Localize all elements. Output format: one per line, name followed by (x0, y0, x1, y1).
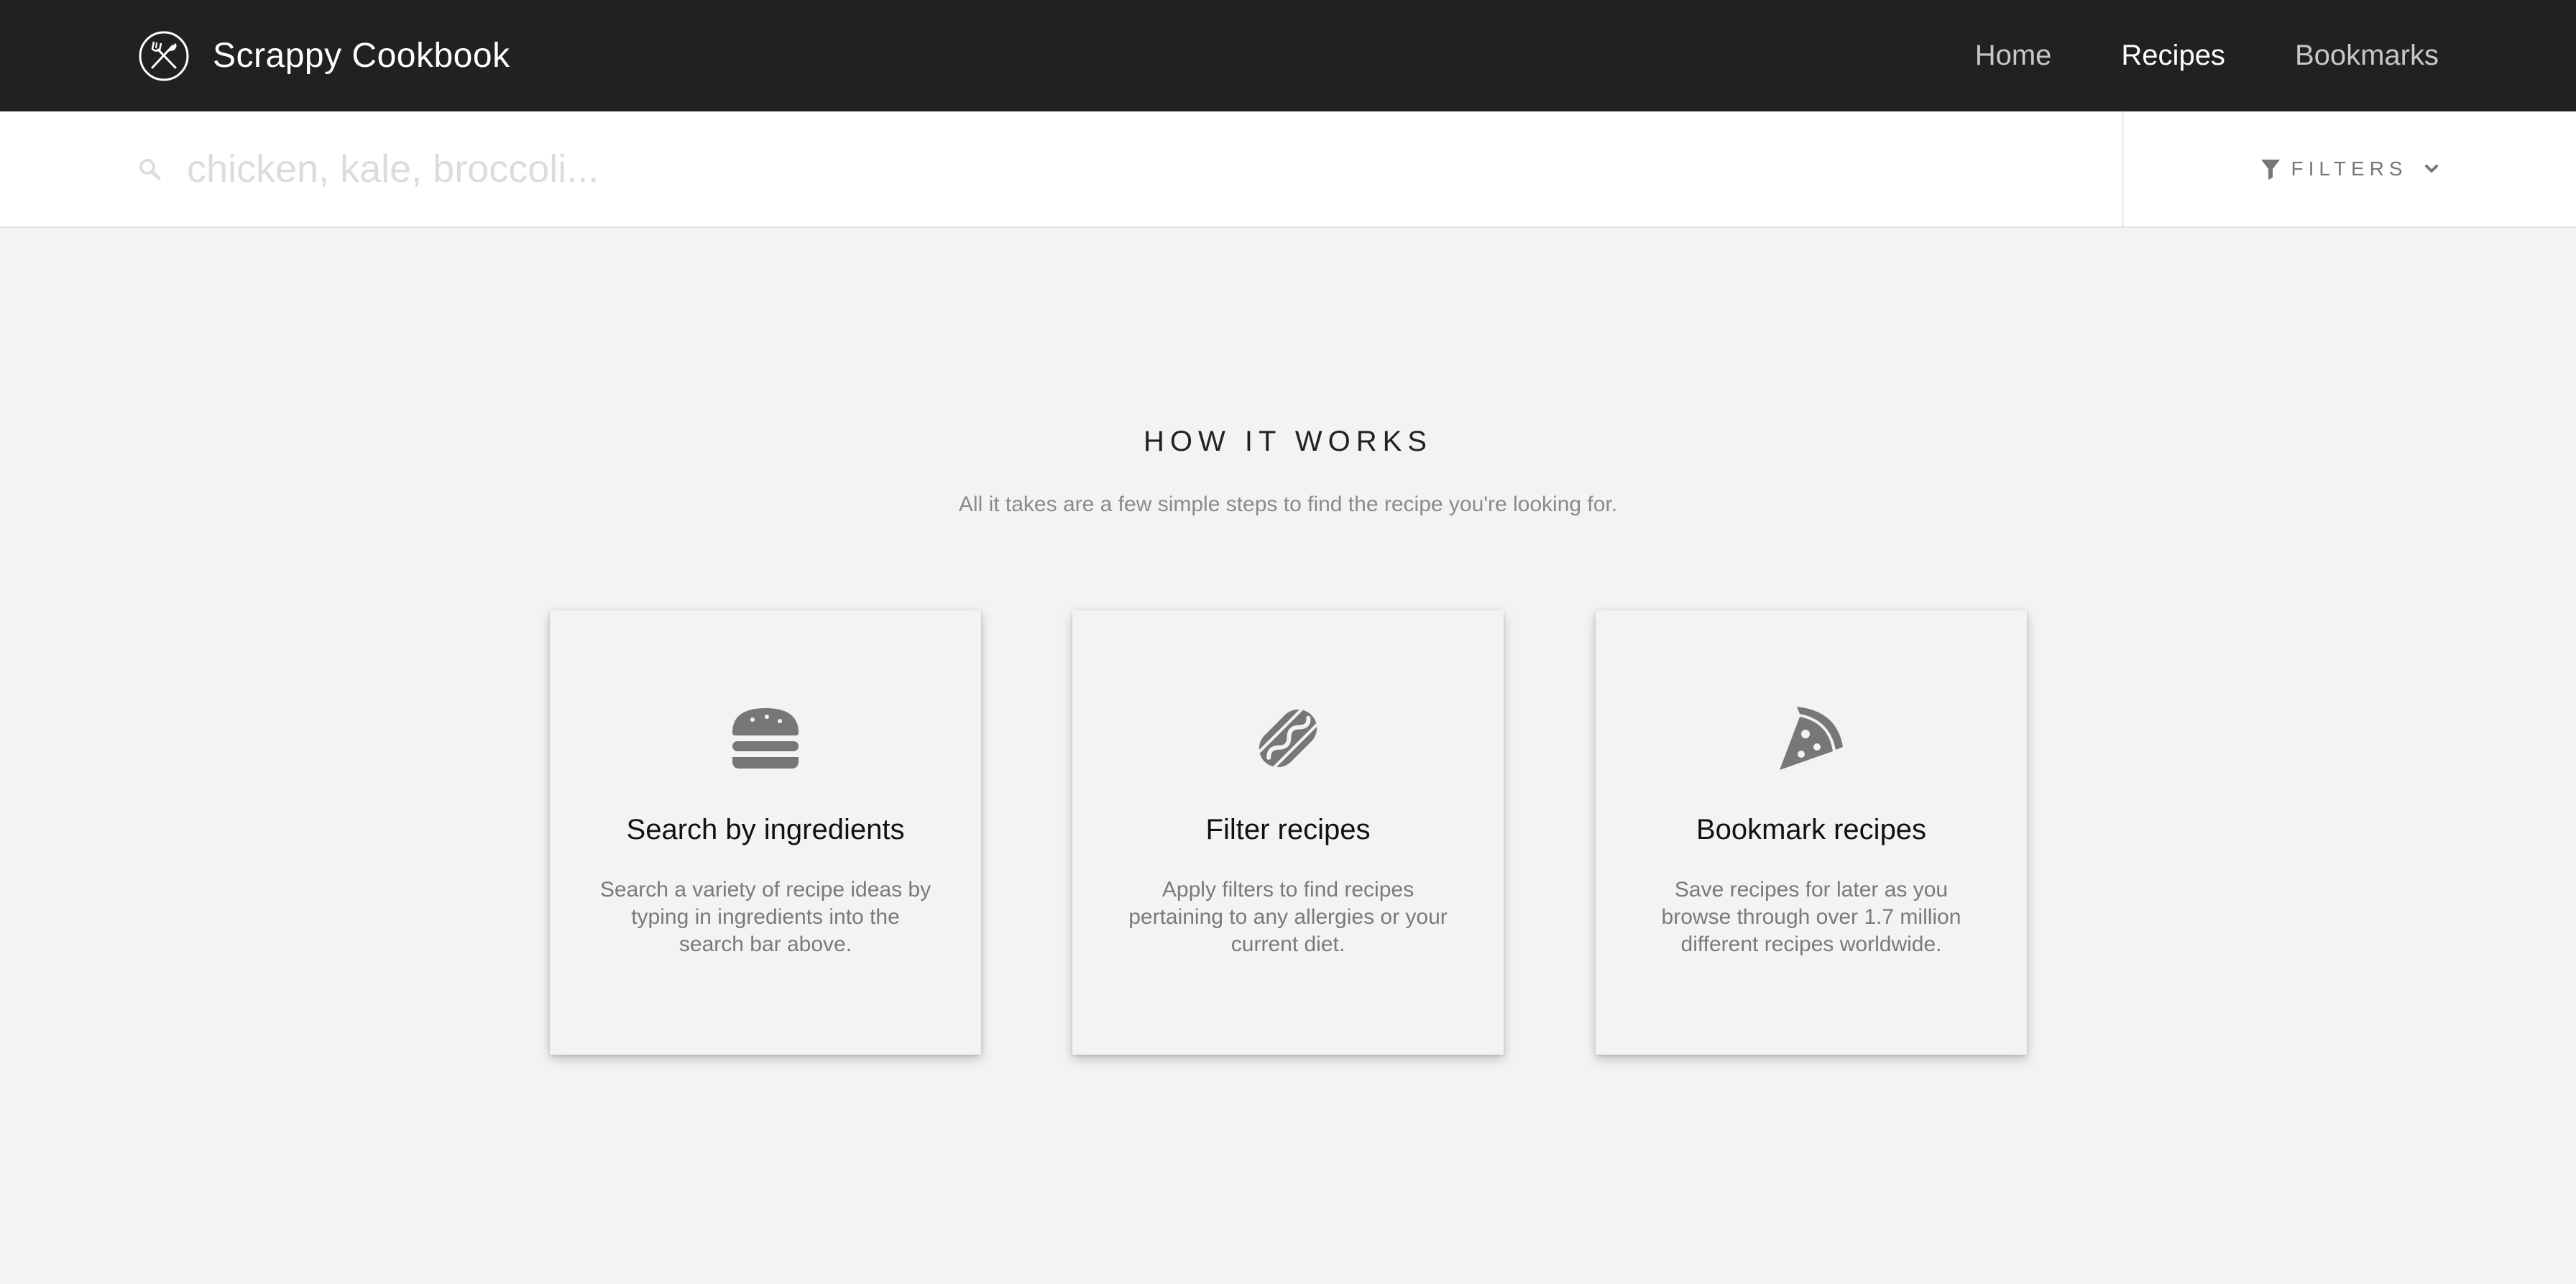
card-text: Search a variety of recipe ideas by typi… (599, 878, 932, 956)
search-area (0, 111, 2124, 226)
brand-link[interactable]: Scrappy Cookbook (138, 30, 510, 82)
card-text: Apply filters to find recipes pertaining… (1128, 878, 1448, 956)
nav-link-home[interactable]: Home (1975, 40, 2052, 72)
filters-label: FILTERS (2291, 157, 2408, 180)
hotdog-icon (1258, 708, 1318, 769)
card-text: Save recipes for later as you browse thr… (1661, 878, 1961, 956)
filters-dropdown[interactable]: FILTERS (2124, 111, 2576, 226)
brand-name: Scrappy Cookbook (213, 37, 510, 75)
card-title: Filter recipes (1205, 814, 1371, 845)
main-nav: Home Recipes Bookmarks (1905, 40, 2439, 72)
fork-knife-logo-icon (139, 31, 189, 81)
top-navbar: Scrappy Cookbook Home Recipes Bookmarks (0, 0, 2576, 111)
section-subtitle: All it takes are a few simple steps to f… (958, 492, 1618, 516)
card-title: Search by ingredients (626, 814, 905, 845)
section-title: HOW IT WORKS (1144, 426, 1432, 457)
chevron-down-icon (2424, 165, 2438, 173)
feature-card-bookmark: Bookmark recipes Save recipes for later … (1596, 610, 2027, 1055)
hamburger-icon (732, 708, 799, 769)
pizza-slice-icon (1780, 707, 1843, 770)
search-bar: FILTERS (0, 111, 2576, 228)
nav-link-recipes[interactable]: Recipes (2121, 40, 2225, 72)
filter-funnel-icon (2261, 160, 2281, 180)
card-title: Bookmark recipes (1696, 814, 1927, 845)
how-it-works-section: HOW IT WORKS All it takes are a few simp… (0, 228, 2576, 1284)
nav-link-bookmarks[interactable]: Bookmarks (2295, 40, 2439, 72)
search-icon (139, 159, 161, 180)
feature-card-filter: Filter recipes Apply filters to find rec… (1072, 610, 1504, 1055)
search-input[interactable] (187, 147, 2056, 191)
feature-card-search: Search by ingredients Search a variety o… (550, 610, 981, 1055)
